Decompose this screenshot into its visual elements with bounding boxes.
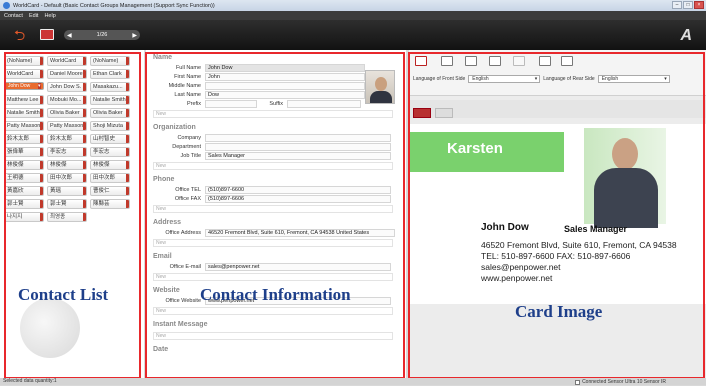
prev-page-icon[interactable]: ◀ [67, 32, 72, 39]
menu-help[interactable]: Help [44, 13, 55, 19]
brand-logo-icon: A [680, 27, 692, 44]
contact-list-frame [4, 52, 141, 379]
menu-bar: Contact Edit Help [0, 11, 706, 20]
card-image-caption: Card Image [515, 302, 603, 321]
page-indicator: 1/26 [96, 32, 108, 38]
sensor-checkbox[interactable] [575, 380, 581, 385]
minimize-button[interactable]: – [672, 1, 682, 9]
status-left: Selected data quantity:1 [3, 378, 57, 384]
window-title: WorldCard - Default (Basic Contact Group… [13, 2, 215, 9]
menu-edit[interactable]: Edit [29, 13, 38, 19]
contact-list-caption: Contact List [18, 285, 109, 304]
contact-info-caption: Contact Information [200, 285, 351, 304]
pager: ◀ 1/26 ▶ [64, 30, 140, 40]
contact-info-frame [145, 52, 405, 379]
toolbar: ⮌ ◀ 1/26 ▶ A [0, 20, 706, 50]
app-icon [3, 2, 10, 9]
menu-contact[interactable]: Contact [4, 13, 23, 19]
close-button[interactable]: × [694, 1, 704, 9]
next-page-icon[interactable]: ▶ [132, 32, 137, 39]
card-view-icon[interactable] [40, 29, 54, 40]
window-controls: – □ × [672, 1, 704, 9]
card-image-frame [408, 52, 705, 379]
status-bar: Selected data quantity:1 Connected Senso… [0, 378, 706, 385]
return-icon[interactable]: ⮌ [14, 28, 25, 42]
title-bar: WorldCard - Default (Basic Contact Group… [0, 0, 706, 11]
maximize-button[interactable]: □ [683, 1, 693, 9]
